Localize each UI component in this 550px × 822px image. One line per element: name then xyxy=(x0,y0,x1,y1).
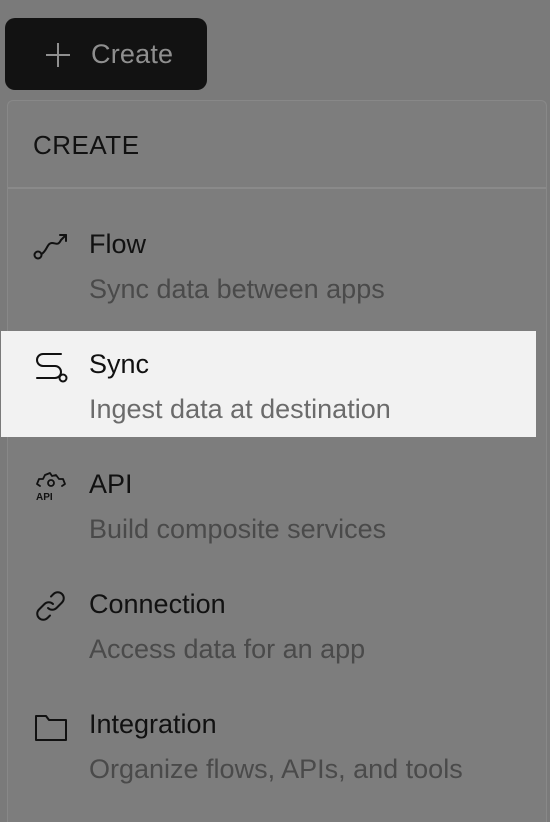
svg-text:API: API xyxy=(36,492,53,503)
menu-item-description: Sync data between apps xyxy=(89,274,385,304)
folder-icon xyxy=(33,709,69,743)
menu-item-api[interactable]: API API Build composite services xyxy=(1,451,550,557)
menu-header-label: CREATE xyxy=(33,130,140,160)
api-icon: API xyxy=(33,469,69,503)
menu-item-title: Connection xyxy=(89,589,226,619)
menu-item-title: Integration xyxy=(89,709,217,739)
menu-item-description: Access data for an app xyxy=(89,634,366,664)
plus-icon xyxy=(45,42,71,68)
create-menu: CREATE Flow Sync data between apps Sync … xyxy=(1,100,547,822)
menu-item-description: Ingest data at destination xyxy=(89,394,391,424)
menu-item-connection[interactable]: Connection Access data for an app xyxy=(1,571,550,677)
menu-item-title: API xyxy=(89,469,133,499)
create-button-label: Create xyxy=(91,39,174,69)
sync-icon xyxy=(33,349,69,383)
menu-item-title: Flow xyxy=(89,229,147,259)
flow-icon xyxy=(33,229,69,263)
menu-header: CREATE xyxy=(8,101,546,189)
link-icon xyxy=(33,589,69,623)
menu-item-integration[interactable]: Integration Organize flows, APIs, and to… xyxy=(1,691,550,797)
menu-item-title: Sync xyxy=(89,349,150,379)
menu-item-sync[interactable]: Sync Ingest data at destination xyxy=(1,331,536,437)
menu-item-description: Build composite services xyxy=(89,514,387,544)
menu-item-description: Organize flows, APIs, and tools xyxy=(89,754,463,784)
create-button[interactable]: Create xyxy=(5,18,207,90)
menu-item-flow[interactable]: Flow Sync data between apps xyxy=(1,211,550,317)
